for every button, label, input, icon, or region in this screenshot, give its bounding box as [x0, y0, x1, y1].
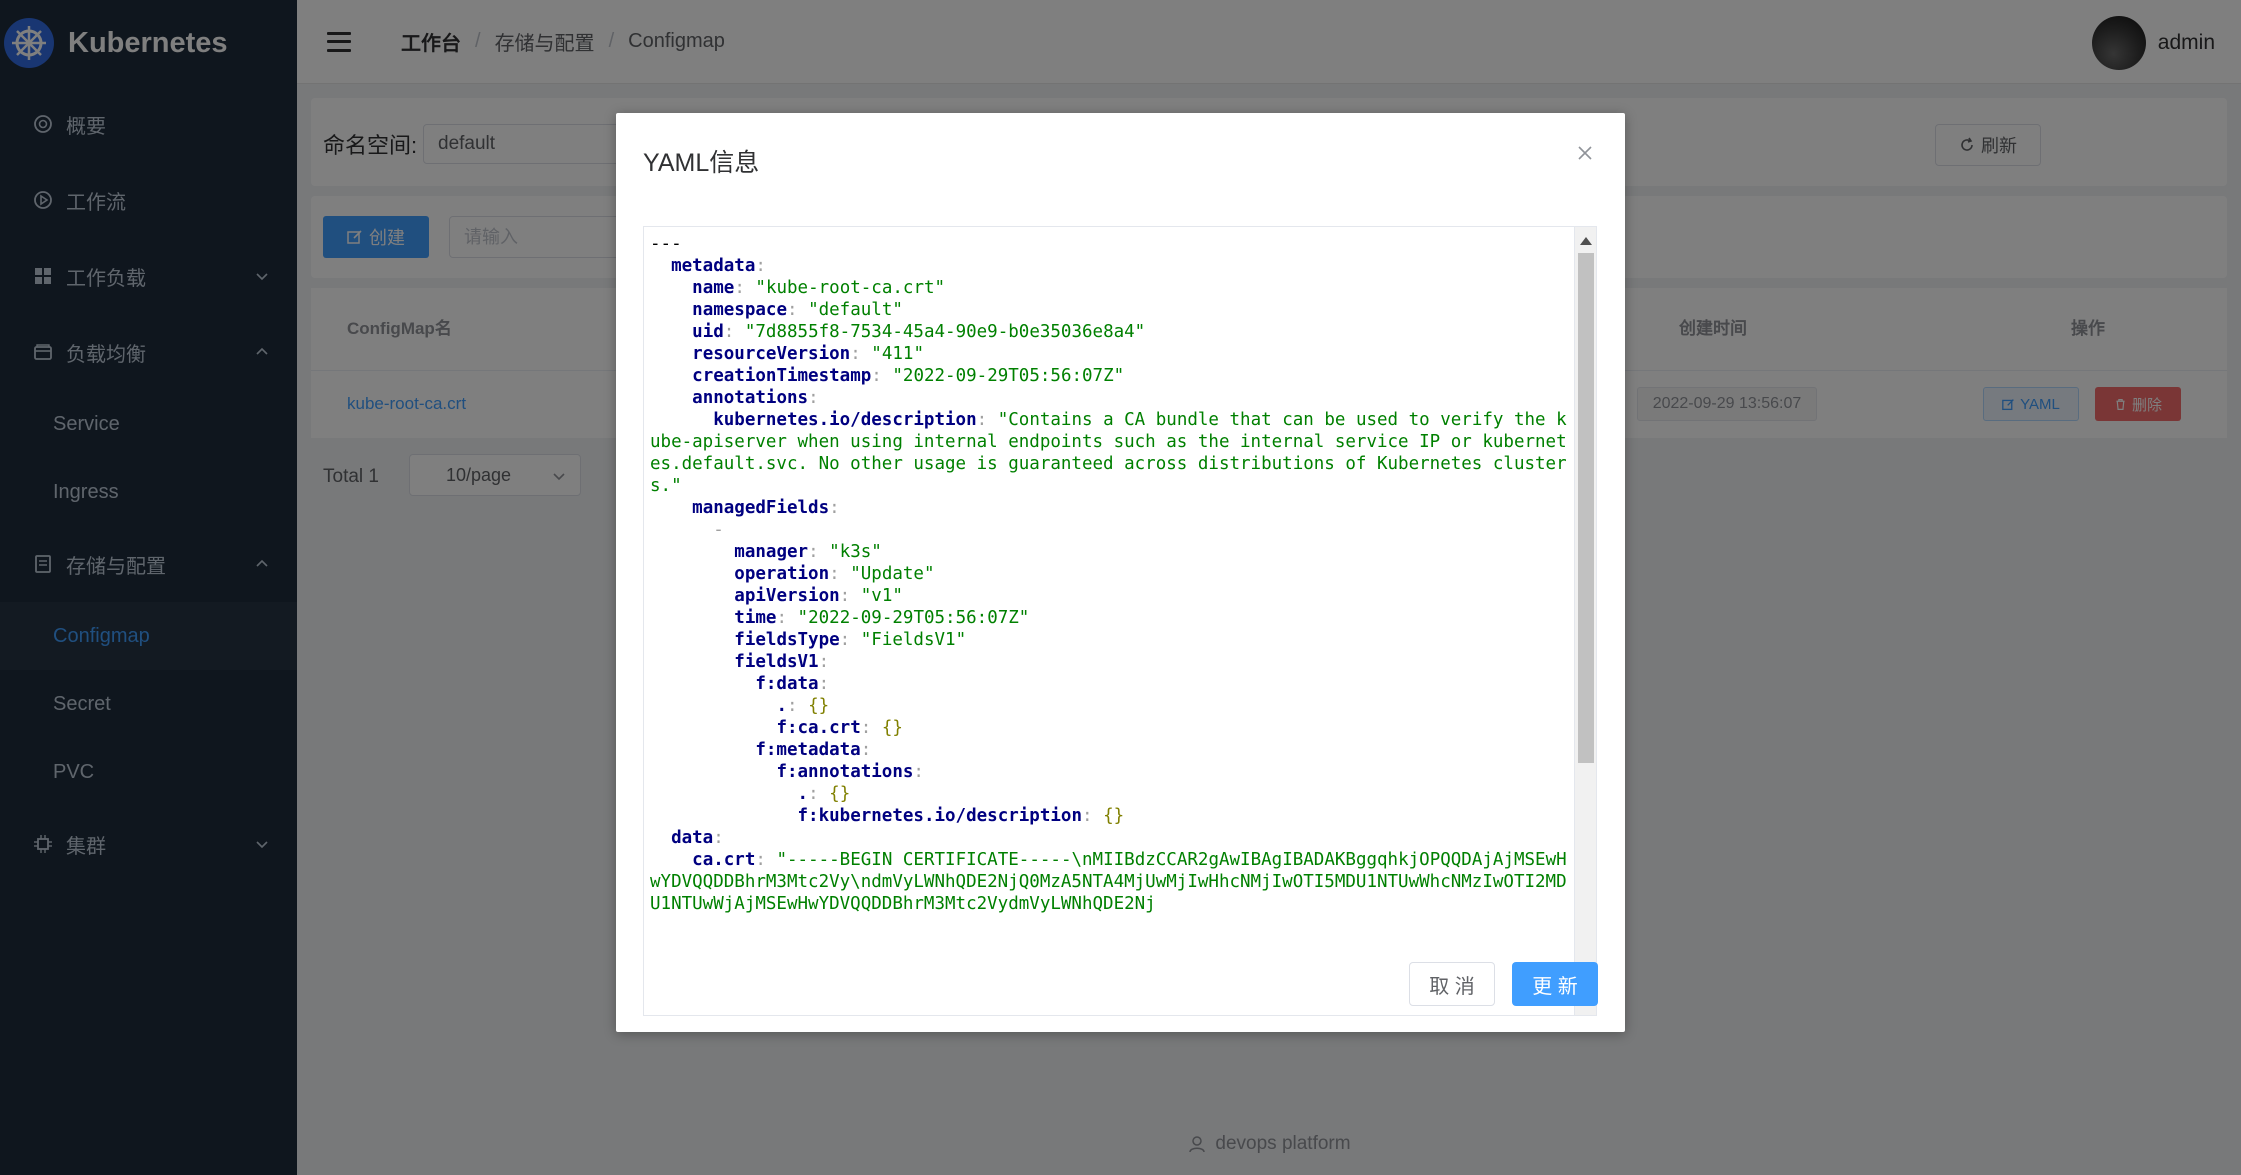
cancel-button[interactable]: 取 消	[1409, 962, 1495, 1006]
yaml-dialog: YAML信息 --- metadata: name: "kube-root-ca…	[616, 113, 1625, 1032]
yaml-content[interactable]: --- metadata: name: "kube-root-ca.crt" n…	[650, 233, 1570, 915]
dialog-title: YAML信息	[643, 149, 760, 177]
scroll-thumb[interactable]	[1578, 253, 1594, 763]
vertical-scrollbar[interactable]	[1574, 227, 1596, 1015]
close-icon[interactable]	[1575, 143, 1595, 163]
update-button[interactable]: 更 新	[1512, 962, 1598, 1006]
scroll-up-arrow-icon[interactable]	[1580, 237, 1592, 245]
yaml-editor[interactable]: --- metadata: name: "kube-root-ca.crt" n…	[643, 226, 1597, 1016]
